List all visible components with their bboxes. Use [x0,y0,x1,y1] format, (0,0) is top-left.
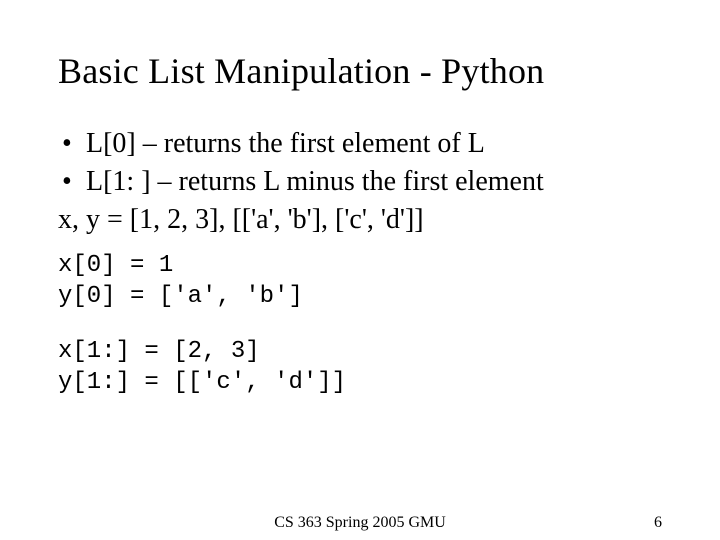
assignment-line: x, y = [1, 2, 3], [['a', 'b'], ['c', 'd'… [58,202,662,238]
footer-page-number: 6 [654,514,662,532]
bullet-list: L[0] – returns the first element of L L[… [58,126,662,200]
code-block: x[0] = 1 y[0] = ['a', 'b'] [58,251,662,312]
footer-course: CS 363 Spring 2005 GMU [274,514,446,532]
bullet-item: L[0] – returns the first element of L [58,126,662,162]
code-block: x[1:] = [2, 3] y[1:] = [['c', 'd']] [58,337,662,398]
slide: Basic List Manipulation - Python L[0] – … [0,0,720,540]
slide-title: Basic List Manipulation - Python [58,50,662,92]
slide-body: L[0] – returns the first element of L L[… [58,126,662,398]
bullet-item: L[1: ] – returns L minus the first eleme… [58,164,662,200]
